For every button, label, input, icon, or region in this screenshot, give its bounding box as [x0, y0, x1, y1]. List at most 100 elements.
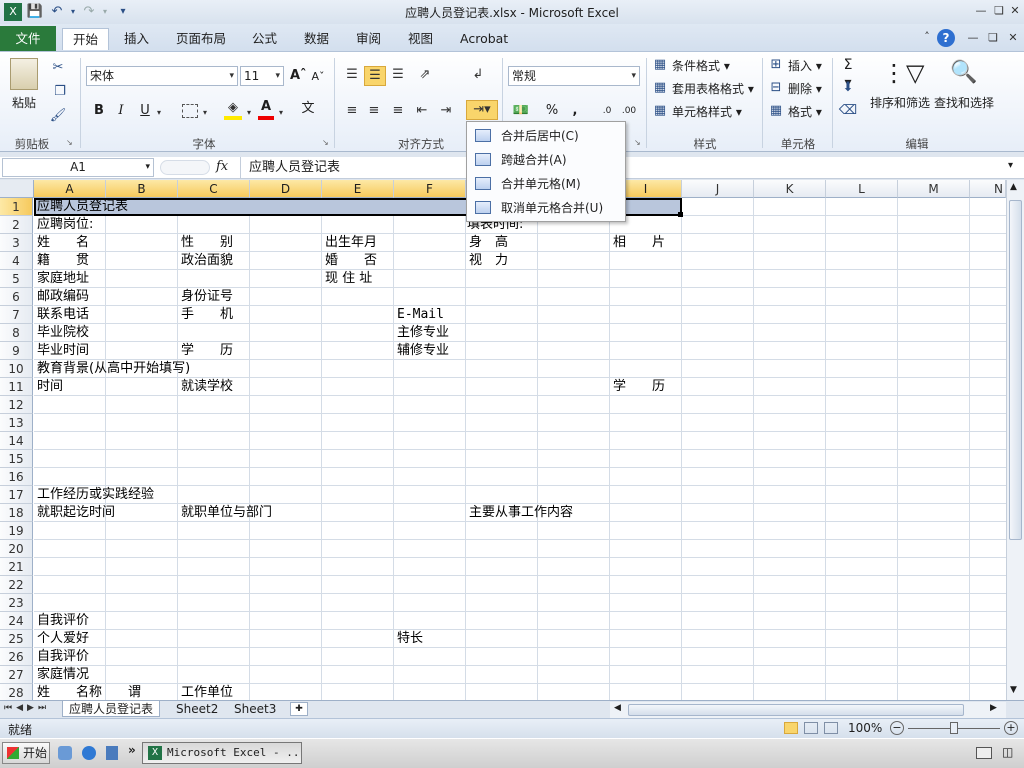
cell-g3[interactable]: 身 高	[469, 234, 508, 252]
row-header-7[interactable]: 7	[0, 306, 33, 324]
cell-e4[interactable]: 婚 否	[325, 252, 377, 270]
bold-icon[interactable]: B	[90, 102, 108, 120]
font-name-combo[interactable]: 宋体 ▾	[86, 66, 238, 86]
font-size-combo[interactable]: 11 ▾	[240, 66, 284, 86]
cell-c6[interactable]: 身份证号	[181, 288, 233, 306]
zoom-level[interactable]: 100%	[848, 721, 882, 735]
cell-a2[interactable]: 应聘岗位:	[37, 216, 93, 234]
align-bottom-icon[interactable]: ☰	[388, 66, 408, 84]
column-header-m[interactable]: M	[898, 180, 970, 198]
borders-dropdown-icon[interactable]: ▾	[200, 104, 210, 122]
cell-a26[interactable]: 自我评价	[37, 648, 89, 666]
column-header-c[interactable]: C	[178, 180, 250, 198]
tab-formulas[interactable]: 公式	[242, 28, 287, 50]
column-header-k[interactable]: K	[754, 180, 826, 198]
merge-center-button[interactable]: ⇥▾	[466, 100, 498, 120]
percent-icon[interactable]: %	[544, 102, 560, 120]
cell-a4[interactable]: 籍 贯	[37, 252, 89, 270]
row-header-26[interactable]: 26	[0, 648, 33, 666]
cell-e5[interactable]: 现 住 址	[325, 270, 372, 288]
column-header-l[interactable]: L	[826, 180, 898, 198]
sheet-tab-active[interactable]: 应聘人员登记表	[62, 701, 161, 717]
doc-minimize-icon[interactable]: —	[964, 30, 982, 46]
cell-a1[interactable]: 应聘人员登记表	[37, 198, 128, 216]
quicklaunch-icon-3[interactable]	[106, 746, 118, 760]
row-header-1[interactable]: 1	[0, 198, 33, 216]
clipboard-launcher-icon[interactable]: ↘	[66, 138, 73, 147]
cell-e3[interactable]: 出生年月	[325, 234, 377, 252]
help-icon[interactable]: ?	[937, 29, 955, 47]
vertical-scroll-thumb[interactable]	[1009, 200, 1022, 540]
cell-c28[interactable]: 工作单位	[181, 684, 233, 700]
italic-icon[interactable]: I	[112, 102, 130, 120]
cell-g18[interactable]: 主要从事工作内容	[469, 504, 573, 522]
format-painter-icon[interactable]: 🖌	[48, 107, 68, 125]
row-header-22[interactable]: 22	[0, 576, 33, 594]
browser-icon[interactable]	[82, 746, 96, 760]
menu-unmerge-cells[interactable]: 取消单元格合并(U)	[469, 196, 623, 220]
font-launcher-icon[interactable]: ↘	[322, 138, 329, 147]
fill-color-icon[interactable]: ◈	[224, 99, 242, 117]
zoom-in-icon[interactable]: +	[1004, 721, 1018, 735]
cell-c18[interactable]: 就职单位与部门	[181, 504, 272, 522]
row-header-9[interactable]: 9	[0, 342, 33, 360]
borders-icon[interactable]	[182, 104, 198, 118]
sheet-tab-sheet3[interactable]: Sheet3	[228, 701, 282, 717]
quicklaunch-icon-1[interactable]	[58, 746, 72, 760]
grow-font-icon[interactable]: Aˆ	[290, 67, 307, 85]
zoom-slider-thumb[interactable]	[950, 722, 958, 734]
cell-a25[interactable]: 个人爱好	[37, 630, 89, 648]
page-layout-view-icon[interactable]	[804, 722, 818, 734]
fill-dropdown-icon[interactable]: ▾	[244, 104, 254, 122]
cell-a6[interactable]: 邮政编码	[37, 288, 89, 306]
phonetic-icon[interactable]: 文	[298, 100, 318, 118]
sort-filter-icon[interactable]: ⋮▽	[882, 56, 924, 90]
cell-a9[interactable]: 毕业时间	[37, 342, 89, 360]
row-header-27[interactable]: 27	[0, 666, 33, 684]
table-format-icon[interactable]: ▦	[652, 79, 668, 97]
cell-i11[interactable]: 学 历	[613, 378, 665, 396]
doc-restore-icon[interactable]: ❏	[984, 30, 1002, 46]
column-header-n[interactable]: N	[970, 180, 1006, 198]
row-header-6[interactable]: 6	[0, 288, 33, 306]
cell-f25[interactable]: 特长	[397, 630, 423, 648]
cell-a8[interactable]: 毕业院校	[37, 324, 89, 342]
align-middle-icon[interactable]: ☰	[364, 66, 386, 86]
fill-icon[interactable]: ⬇	[838, 79, 858, 97]
find-select-icon[interactable]: 🔍	[948, 56, 980, 90]
worksheet-grid[interactable]: A B C D E F G H I J K L M N 123456789101…	[0, 180, 1006, 700]
select-all-corner[interactable]	[0, 180, 34, 198]
decrease-indent-icon[interactable]: ⇤	[412, 102, 432, 120]
copy-icon[interactable]: ❐	[48, 83, 72, 101]
shrink-font-icon[interactable]: Aˇ	[310, 68, 326, 86]
cell-f8[interactable]: 主修专业	[397, 324, 449, 342]
column-header-b[interactable]: B	[106, 180, 178, 198]
row-header-15[interactable]: 15	[0, 450, 33, 468]
font-color-dropdown-icon[interactable]: ▾	[276, 104, 286, 122]
row-header-8[interactable]: 8	[0, 324, 33, 342]
cell-a11[interactable]: 时间	[37, 378, 63, 396]
row-header-20[interactable]: 20	[0, 540, 33, 558]
row-header-11[interactable]: 11	[0, 378, 33, 396]
number-launcher-icon[interactable]: ↘	[634, 138, 641, 147]
tab-view[interactable]: 视图	[398, 28, 443, 50]
column-header-j[interactable]: J	[682, 180, 754, 198]
menu-merge-across[interactable]: 跨越合并(A)	[469, 148, 623, 172]
tab-review[interactable]: 审阅	[346, 28, 391, 50]
start-button[interactable]: 开始	[2, 742, 50, 764]
cell-c7[interactable]: 手 机	[181, 306, 233, 324]
horizontal-scrollbar[interactable]: ◀ ▶	[610, 702, 1006, 719]
taskbar-excel-button[interactable]: X Microsoft Excel - ...	[142, 742, 302, 764]
cell-a17[interactable]: 工作经历或实践经验	[37, 486, 154, 504]
row-header-18[interactable]: 18	[0, 504, 33, 522]
minimize-ribbon-icon[interactable]: ˄	[918, 29, 936, 45]
sort-filter-button[interactable]: 排序和筛选	[870, 94, 930, 111]
format-cells-button[interactable]: 格式 ▾	[788, 103, 822, 120]
cell-c11[interactable]: 就读学校	[181, 378, 233, 396]
increase-decimal-icon[interactable]: .0	[598, 102, 616, 120]
column-header-e[interactable]: E	[322, 180, 394, 198]
paste-icon[interactable]	[10, 58, 38, 90]
align-center-icon[interactable]: ≡	[364, 102, 384, 120]
keyboard-icon[interactable]	[976, 747, 992, 759]
menu-merge-center[interactable]: 合并后居中(C)	[469, 124, 623, 148]
